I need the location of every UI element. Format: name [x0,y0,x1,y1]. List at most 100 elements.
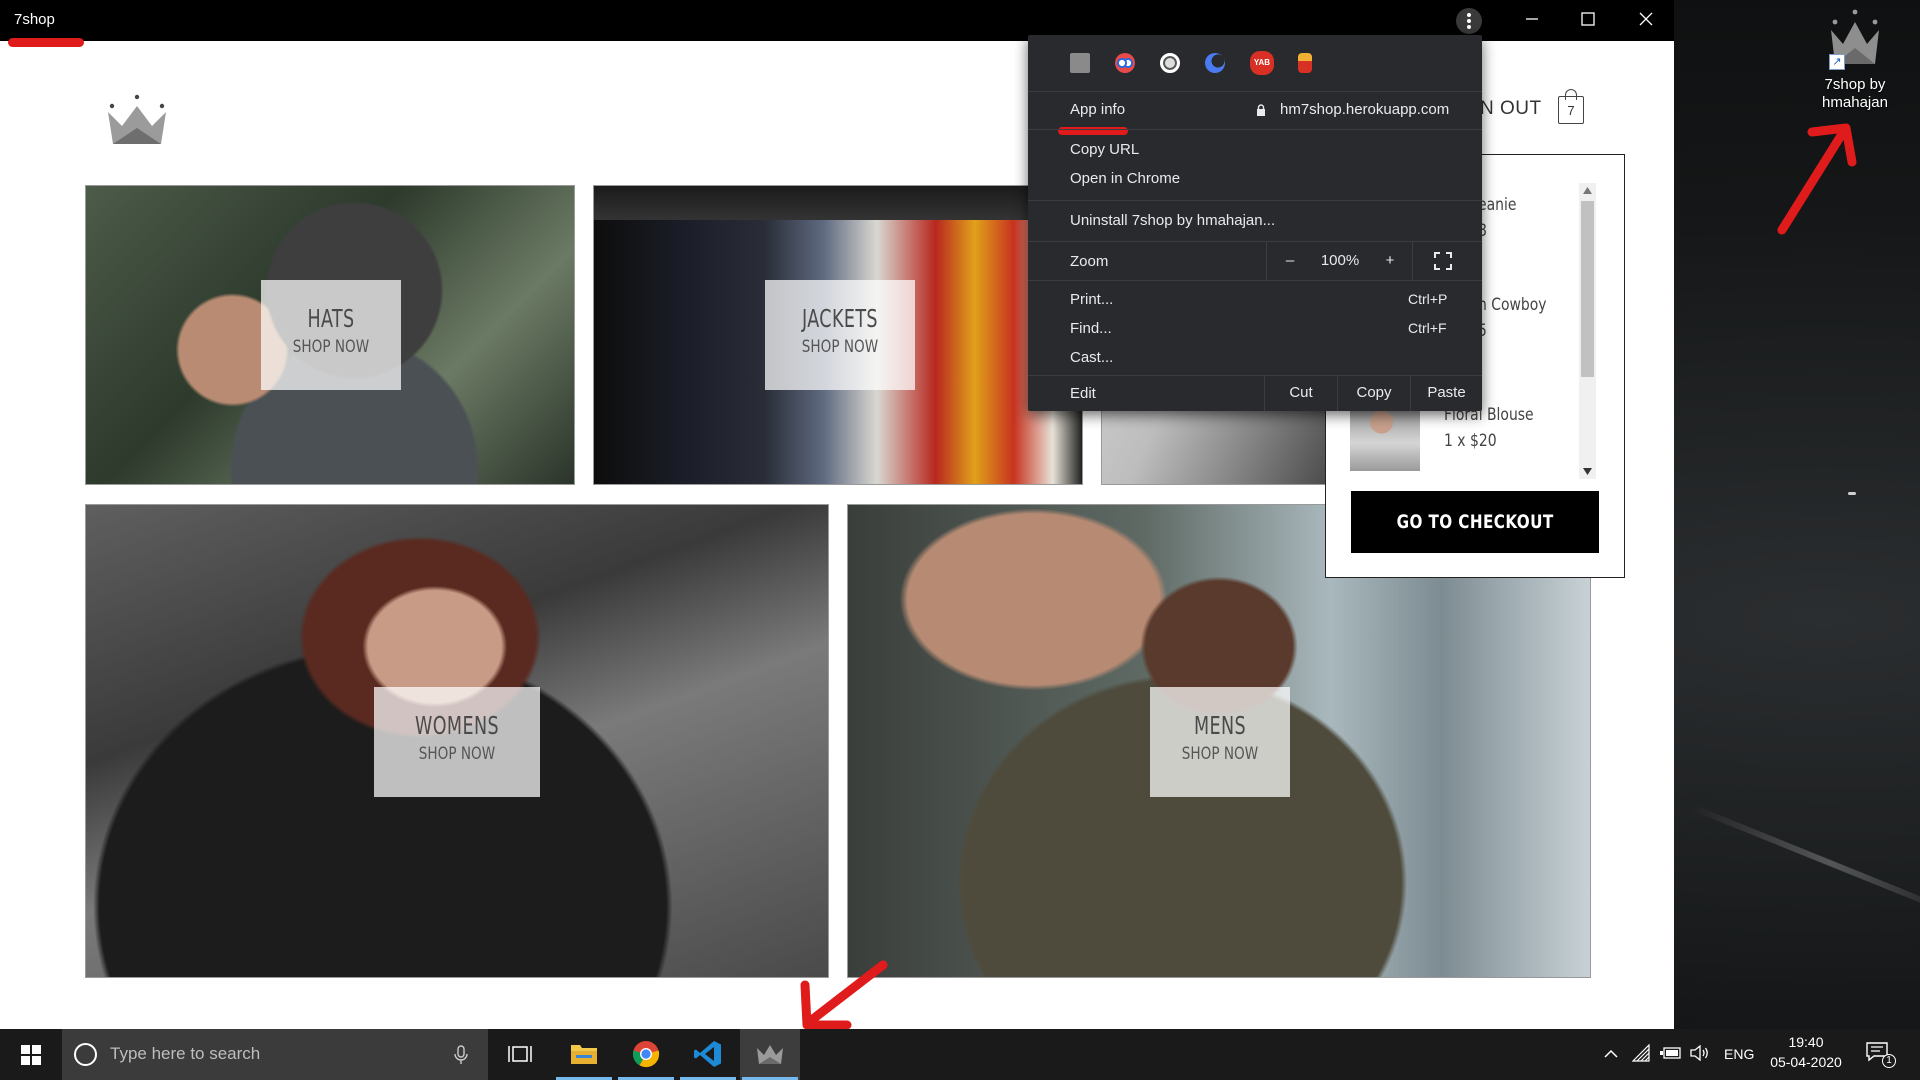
square-ext-icon[interactable] [1070,53,1090,73]
desktop-shortcut-7shop[interactable]: ↗ 7shop by hmahajan [1800,8,1910,112]
close-icon [1639,12,1653,26]
cart-scrollbar[interactable] [1579,183,1596,479]
close-button[interactable] [1618,0,1674,41]
maximize-icon [1581,12,1595,26]
show-hidden-icons-icon[interactable] [1604,1049,1618,1058]
menu-separator [1028,280,1482,281]
fullscreen-icon[interactable] [1434,252,1452,270]
go-to-checkout-button[interactable]: GO TO CHECKOUT [1351,491,1599,553]
menu-item-open-in-chrome[interactable]: Open in Chrome [1028,165,1482,193]
cart-item-name: eanie [1478,195,1517,215]
mens-label-box: MENS SHOP NOW [1150,687,1290,797]
language-indicator[interactable]: ENG [1724,1046,1754,1062]
zoom-in-button[interactable]: + [1372,252,1408,269]
crown-icon: ↗ [1823,8,1887,72]
network-icon[interactable] [1632,1044,1650,1062]
cortana-icon [74,1043,97,1066]
cart-item: n Cowboy 5 [1478,295,1562,341]
cast-label: Cast... [1070,349,1114,366]
tile-jackets[interactable]: JACKETS SHOP NOW [593,185,1083,485]
cart-item: Floral Blouse 1 x $20 [1444,405,1553,451]
menu-separator [1028,129,1482,130]
cut-button[interactable]: Cut [1265,384,1337,401]
find-label: Find... [1070,320,1112,337]
copy-button[interactable]: Copy [1338,384,1410,401]
folder-icon [571,1045,597,1064]
scroll-down-icon[interactable] [1583,468,1592,475]
menu-item-zoom: Zoom – 100% + [1028,242,1482,280]
tile-category: JACKETS [802,304,878,333]
cart-item-qty: 5 [1478,321,1487,341]
taskbar: Type here to search ENG 19:40 05-04-2020 [0,1029,1920,1080]
desktop-icon-label-1: 7shop by [1824,76,1886,93]
start-button[interactable] [0,1029,60,1080]
taskbar-file-explorer[interactable] [554,1029,614,1080]
app-info-label: App info [1070,101,1126,118]
clock-time: 19:40 [1788,1034,1824,1050]
taskbar-7shop[interactable] [740,1029,800,1080]
yab-ext-icon[interactable]: YAB [1250,51,1274,75]
zoom-label: Zoom [1070,253,1109,270]
menu-item-app-info[interactable]: App info hm7shop.herokuapp.com [1028,91,1482,129]
figure-ext-icon[interactable] [1298,53,1312,73]
jackets-label-box: JACKETS SHOP NOW [765,280,915,390]
taskbar-chrome[interactable] [616,1029,676,1080]
app-window: 7shop N OUT 7 HATS SHOP NOW JACKETS SHOP… [0,0,1674,1029]
desktop-light [1848,492,1856,495]
tile-category: MENS [1193,711,1247,740]
cart-item-thumbnail [1350,401,1420,471]
tile-category: WOMENS [415,711,499,740]
task-view-button[interactable] [490,1029,550,1080]
zoom-divider [1412,242,1413,280]
sign-out-link[interactable]: N OUT [1480,98,1542,120]
shop-logo-crown-icon[interactable] [104,94,170,148]
cart-item-name: n Cowboy [1478,295,1547,315]
menu-item-edit: Edit Cut Copy Paste [1028,376,1482,411]
lock-icon [1257,104,1265,116]
cart-bag-icon[interactable]: 7 [1558,89,1584,124]
menu-item-print[interactable]: Print... Ctrl+P [1028,286,1482,314]
copy-url-label: Copy URL [1070,141,1140,158]
app-context-menu: YAB App info hm7shop.herokuapp.com Copy … [1028,35,1482,411]
zoom-out-button[interactable]: – [1272,252,1308,269]
minimize-button[interactable] [1504,0,1560,41]
minimize-icon [1526,18,1538,20]
battery-icon[interactable] [1660,1046,1682,1060]
tile-category: HATS [307,304,355,333]
search-placeholder: Type here to search [110,1044,261,1063]
tile-womens[interactable]: WOMENS SHOP NOW [85,504,829,978]
menu-item-find[interactable]: Find... Ctrl+F [1028,315,1482,343]
menu-item-uninstall[interactable]: Uninstall 7shop by hmahajan... [1028,207,1482,235]
taskbar-search[interactable]: Type here to search [62,1029,488,1080]
site-url: hm7shop.herokuapp.com [1280,101,1450,118]
app-menu-button[interactable] [1456,8,1482,34]
womens-label-box: WOMENS SHOP NOW [374,687,540,797]
desktop-icon-label-2: hmahajan [1822,94,1888,111]
tile-hats[interactable]: HATS SHOP NOW [85,185,575,485]
cart-item: eanie 8 [1478,195,1525,241]
volume-icon[interactable] [1690,1045,1710,1061]
menu-item-copy-url[interactable]: Copy URL [1028,136,1482,164]
owl-ext-icon[interactable] [1115,53,1135,73]
cart-item-qty: 8 [1478,221,1487,241]
window-title: 7shop [14,11,55,28]
annotation-arrow-desktop [1777,123,1857,235]
menu-separator [1028,200,1482,201]
taskbar-vscode[interactable] [678,1029,738,1080]
scrollbar-thumb[interactable] [1581,201,1594,377]
paste-button[interactable]: Paste [1411,384,1482,401]
action-center-button[interactable]: 1 [1866,1042,1896,1068]
jackets-rack [594,186,1082,220]
hats-label-box: HATS SHOP NOW [261,280,401,390]
microphone-icon[interactable] [454,1045,468,1065]
clock-date: 05-04-2020 [1770,1054,1842,1070]
uninstall-label: Uninstall 7shop by hmahajan... [1070,212,1276,229]
find-shortcut: Ctrl+F [1408,320,1447,336]
tile-cta: SHOP NOW [1181,744,1259,764]
block-ext-icon[interactable] [1160,53,1180,73]
clock[interactable]: 19:40 05-04-2020 [1766,1034,1846,1070]
scroll-up-icon[interactable] [1583,187,1592,194]
maximize-button[interactable] [1560,0,1616,41]
menu-item-cast[interactable]: Cast... [1028,344,1482,372]
moon-ext-icon[interactable] [1205,53,1225,73]
